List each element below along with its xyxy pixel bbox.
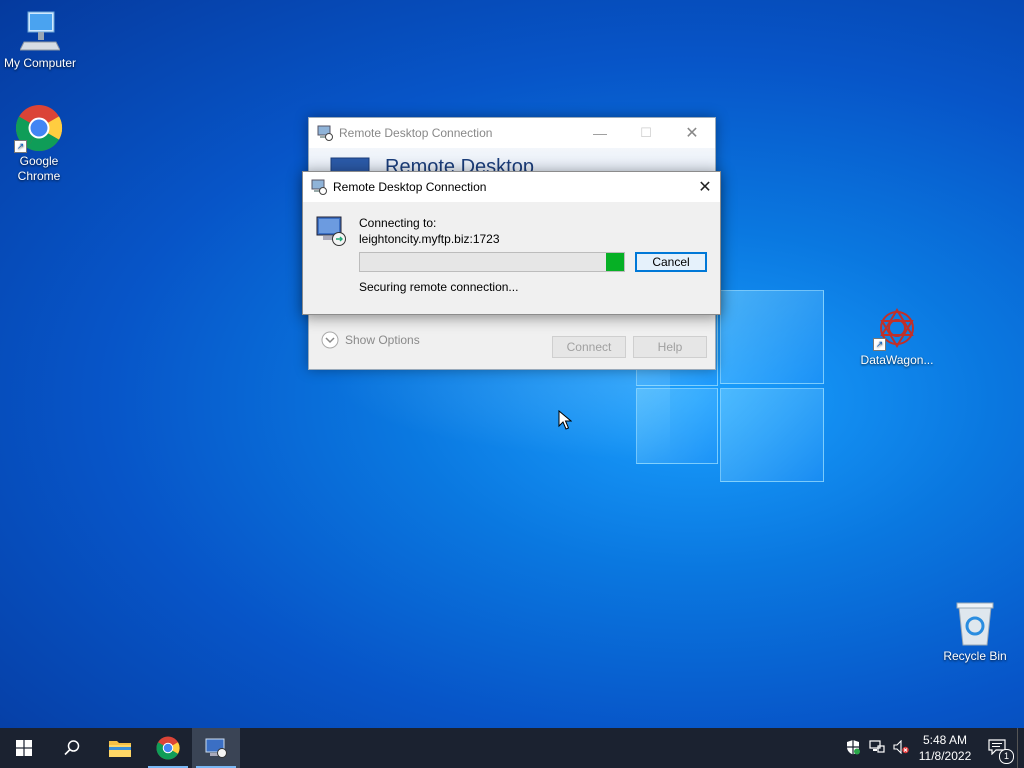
maximize-button[interactable]: ☐: [623, 125, 669, 141]
system-tray: 5:48 AM 11/8/2022 1: [841, 728, 1024, 768]
desktop-icon-label: Google Chrome: [17, 154, 61, 183]
connecting-dialog[interactable]: Remote Desktop Connection ✕ Connecting t…: [302, 171, 721, 315]
desktop-icon-label: Recycle Bin: [943, 649, 1007, 663]
system-clock[interactable]: 5:48 AM 11/8/2022: [913, 732, 977, 764]
remote-desktop-banner-icon: [330, 157, 370, 172]
show-desktop-button[interactable]: [1017, 728, 1024, 768]
mouse-cursor-icon: [558, 410, 572, 430]
taskbar-remote-desktop[interactable]: [192, 728, 240, 768]
rdc-banner-title: Remote Desktop: [385, 156, 534, 172]
start-button[interactable]: [0, 728, 48, 768]
connecting-dialog-title: Remote Desktop Connection: [333, 180, 487, 194]
taskbar: 5:48 AM 11/8/2022 1: [0, 728, 1024, 768]
show-options-label: Show Options: [345, 333, 420, 347]
dialog-close-button[interactable]: ✕: [690, 177, 720, 197]
remote-desktop-icon: [311, 179, 327, 195]
folder-icon: [109, 741, 131, 757]
shield-icon: [847, 739, 860, 754]
rdc-main-title: Remote Desktop Connection: [339, 126, 493, 140]
windows-security-icon[interactable]: [841, 739, 865, 758]
remote-desktop-icon: [317, 125, 333, 141]
cancel-button[interactable]: Cancel: [635, 252, 707, 272]
chevron-down-circle-icon: [321, 331, 339, 349]
action-center-button[interactable]: 1: [977, 738, 1017, 764]
show-options-toggle[interactable]: Show Options: [321, 331, 420, 349]
progress-bar-fill: [605, 253, 624, 271]
network-ethernet-icon: [869, 739, 885, 753]
computer-icon: [20, 11, 60, 51]
search-button[interactable]: [48, 728, 96, 768]
taskbar-file-explorer[interactable]: [96, 728, 144, 768]
connection-status-text: Securing remote connection...: [359, 280, 519, 294]
recycle-bin-icon: [956, 602, 994, 646]
shortcut-arrow-icon: ↗: [873, 338, 886, 351]
rdc-button-bar: Show Options Connect Help: [309, 315, 715, 369]
close-button[interactable]: ✕: [669, 123, 715, 143]
desktop-icon-datawagon[interactable]: ↗ DataWagon...: [857, 305, 937, 368]
shortcut-arrow-icon: ↗: [14, 140, 27, 153]
rdc-main-titlebar[interactable]: Remote Desktop Connection — ☐ ✕: [309, 118, 715, 148]
notification-count-badge: 1: [999, 748, 1014, 764]
search-icon: [64, 740, 80, 756]
minimize-button[interactable]: —: [577, 125, 623, 141]
windows-start-icon: [16, 740, 32, 756]
desktop-icon-my-computer[interactable]: My Computer: [0, 10, 80, 71]
remote-desktop-icon: [205, 738, 227, 758]
desktop-icon-label: My Computer: [3, 56, 77, 70]
help-button[interactable]: Help: [633, 336, 707, 358]
rdc-banner: Remote Desktop: [309, 148, 715, 172]
remote-desktop-large-icon: [316, 216, 346, 246]
desktop-icon-recycle-bin[interactable]: Recycle Bin: [935, 601, 1015, 664]
volume-muted-icon[interactable]: [889, 739, 913, 757]
clock-time: 5:48 AM: [922, 733, 968, 747]
clock-date: 11/8/2022: [918, 749, 972, 763]
connect-button[interactable]: Connect: [552, 336, 626, 358]
desktop-icon-google-chrome[interactable]: ↗ Google Chrome: [0, 104, 79, 184]
connecting-to-label: Connecting to:: [359, 216, 437, 230]
connection-address: leightoncity.myftp.biz:1723: [359, 232, 500, 246]
speaker-muted-icon: [893, 739, 909, 754]
network-icon[interactable]: [865, 739, 889, 757]
chrome-icon: [156, 736, 180, 760]
connection-progress-bar: [359, 252, 625, 272]
taskbar-google-chrome[interactable]: [144, 728, 192, 768]
desktop-icon-label: DataWagon...: [860, 353, 934, 367]
connecting-dialog-titlebar[interactable]: Remote Desktop Connection ✕: [303, 172, 720, 202]
